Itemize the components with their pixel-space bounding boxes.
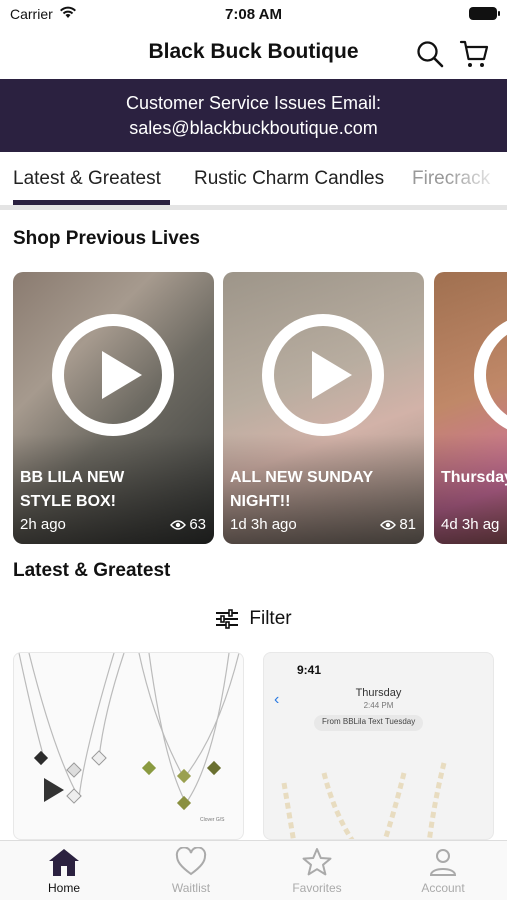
- live-view-count: 81: [399, 516, 416, 533]
- live-card[interactable]: Thursday 4d 3h ag: [434, 272, 507, 544]
- bottom-tab-bar: Home Waitlist Favorites Account: [0, 840, 507, 900]
- star-icon: [302, 848, 332, 876]
- live-age: 4d 3h ag: [441, 516, 500, 533]
- tabbar-favorites-label: Favorites: [292, 881, 342, 895]
- live-age: 2h ago: [20, 516, 66, 533]
- eye-icon: [380, 519, 397, 530]
- banner-line1: Customer Service Issues Email:: [125, 93, 382, 113]
- play-icon[interactable]: [52, 314, 174, 436]
- live-card[interactable]: BB LILA NEW STYLE BOX! 2h ago 63: [13, 272, 214, 544]
- service-banner: Customer Service Issues Email: sales@bla…: [0, 79, 507, 152]
- tabbar-favorites[interactable]: Favorites: [272, 847, 362, 895]
- phone-message: From BBLila Text Tuesday: [314, 715, 424, 731]
- home-icon: [49, 849, 79, 876]
- live-view-count: 63: [189, 516, 206, 533]
- tabbar-waitlist[interactable]: Waitlist: [146, 847, 236, 895]
- play-icon[interactable]: [474, 314, 507, 436]
- live-title-line2: STYLE BOX!: [20, 493, 117, 510]
- tab-rustic-charm-candles[interactable]: Rustic Charm Candles: [194, 168, 384, 190]
- svg-text:Clover G/S: Clover G/S: [200, 817, 225, 823]
- tabbar-account[interactable]: Account: [398, 847, 488, 895]
- live-title-line1: BB LILA NEW: [20, 469, 125, 486]
- tabbar-home-label: Home: [47, 881, 80, 895]
- search-icon: [417, 41, 444, 68]
- live-title-line1: ALL NEW SUNDAY: [230, 469, 374, 486]
- tabs-divider: [0, 205, 507, 210]
- tabbar-waitlist-label: Waitlist: [171, 881, 211, 895]
- search-button[interactable]: [413, 37, 447, 71]
- battery-icon: [469, 7, 500, 20]
- live-title: ALL NEW SUNDAY NIGHT!!: [230, 466, 415, 514]
- clock: 7:08 AM: [225, 6, 282, 23]
- product-image: Clover G/S: [18, 653, 240, 823]
- live-title: Thursday: [441, 466, 507, 490]
- tab-fade: [447, 152, 507, 208]
- live-title-line1: Thursday: [441, 469, 507, 486]
- play-icon[interactable]: [44, 778, 64, 802]
- status-bar: Carrier 7:08 AM: [0, 0, 507, 30]
- person-icon: [429, 849, 457, 876]
- live-age: 1d 3h ago: [230, 516, 297, 533]
- tabbar-account-label: Account: [421, 881, 465, 895]
- live-title-line2: NIGHT!!: [230, 493, 291, 510]
- live-title: BB LILA NEW STYLE BOX!: [20, 466, 205, 514]
- live-card[interactable]: ALL NEW SUNDAY NIGHT!! 1d 3h ago 81: [223, 272, 424, 544]
- cart-icon: [459, 40, 489, 67]
- latest-heading: Latest & Greatest: [13, 560, 171, 581]
- eye-icon: [170, 519, 187, 530]
- previous-lives-carousel[interactable]: BB LILA NEW STYLE BOX! 2h ago 63 ALL NEW…: [13, 272, 507, 544]
- filter-button[interactable]: Filter: [0, 604, 507, 634]
- previous-lives-heading: Shop Previous Lives: [13, 228, 200, 249]
- phone-time: 9:41: [297, 663, 322, 677]
- cart-button[interactable]: [457, 37, 491, 71]
- play-icon[interactable]: [262, 314, 384, 436]
- product-card[interactable]: 9:41 ‹ Thursday 2:44 PM From BBLila Text…: [263, 652, 494, 840]
- product-card[interactable]: Clover G/S: [13, 652, 244, 840]
- phone-day: Thursday: [355, 687, 402, 699]
- tab-latest-greatest[interactable]: Latest & Greatest: [13, 168, 161, 190]
- live-views: 81: [380, 516, 416, 533]
- banner-email[interactable]: sales@blackbuckboutique.com: [0, 116, 507, 141]
- tabbar-home[interactable]: Home: [19, 847, 109, 895]
- live-views: 63: [170, 516, 206, 533]
- filter-label: Filter: [249, 608, 292, 629]
- product-image: [281, 762, 447, 839]
- sliders-icon: [216, 609, 239, 629]
- phone-clock: 2:44 PM: [363, 701, 394, 710]
- heart-icon: [175, 847, 207, 876]
- app-header: Black Buck Boutique: [0, 30, 507, 78]
